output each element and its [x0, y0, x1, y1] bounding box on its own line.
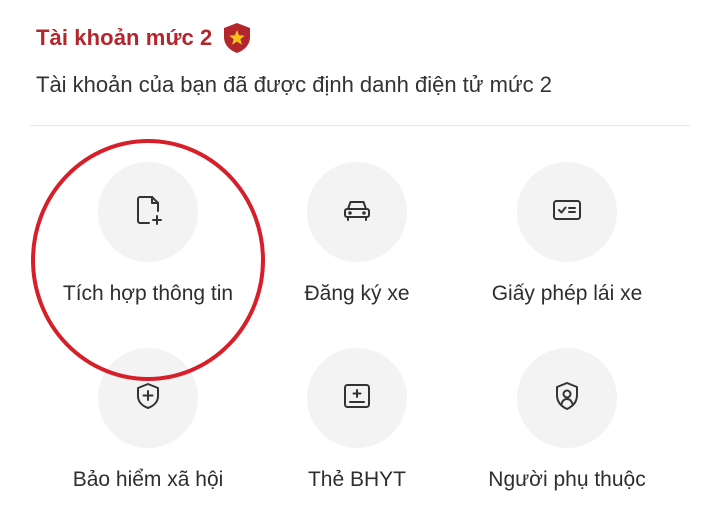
icon-circle: [98, 162, 198, 262]
service-dependents[interactable]: Người phụ thuộc: [457, 348, 677, 508]
shield-plus-icon: [127, 375, 169, 422]
icon-circle: [517, 348, 617, 448]
icon-circle: [307, 162, 407, 262]
service-label: Bảo hiểm xã hội: [72, 468, 224, 491]
person-shield-icon: [546, 375, 588, 422]
document-plus-icon: [127, 189, 169, 236]
service-label: Đăng ký xe: [304, 282, 410, 305]
service-social-insurance[interactable]: Bảo hiểm xã hội: [38, 348, 258, 508]
service-label: Tích hợp thông tin: [62, 282, 234, 305]
service-label: Giấy phép lái xe: [491, 282, 643, 305]
license-card-icon: [546, 189, 588, 236]
icon-circle: [98, 348, 198, 448]
service-health-insurance-card[interactable]: Thẻ BHYT: [247, 348, 467, 508]
services-grid: Tích hợp thông tin Đăng ký xe Giấy phép …: [0, 0, 714, 517]
service-label: Người phụ thuộc: [488, 468, 646, 491]
service-vehicle-registration[interactable]: Đăng ký xe: [247, 162, 467, 322]
car-icon: [336, 189, 378, 236]
service-driving-license[interactable]: Giấy phép lái xe: [457, 162, 677, 322]
health-card-icon: [336, 375, 378, 422]
service-label: Thẻ BHYT: [307, 468, 407, 491]
icon-circle: [517, 162, 617, 262]
service-integrate-info[interactable]: Tích hợp thông tin: [38, 162, 258, 322]
icon-circle: [307, 348, 407, 448]
